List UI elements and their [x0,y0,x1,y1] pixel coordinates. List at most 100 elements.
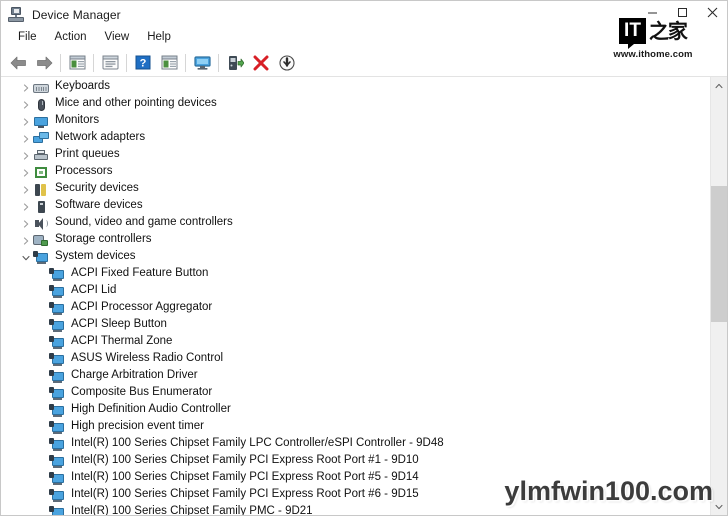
tree-item-label: Processors [55,165,113,178]
system-device-icon [49,488,65,503]
window-controls [637,1,727,28]
device-tree[interactable]: Keyboards Mice and other pointing device… [1,77,710,515]
minimize-button[interactable] [637,1,667,23]
tree-item-label: Charge Arbitration Driver [71,369,198,382]
system-device-icon [49,420,65,435]
tree-item-network-adapters[interactable]: Network adapters [1,130,710,147]
chevron-right-icon[interactable] [19,117,33,126]
system-device-icon [49,403,65,418]
tree-item-label: Keyboards [55,80,110,93]
tree-item-monitors[interactable]: Monitors [1,113,710,130]
mouse-icon [33,98,49,112]
scrollbar-thumb[interactable] [711,186,727,322]
chevron-right-icon[interactable] [19,185,33,194]
properties-icon[interactable] [64,51,90,75]
system-device-icon [49,386,65,401]
title-bar: Device Manager [1,1,727,28]
chevron-right-icon[interactable] [19,151,33,160]
tree-item-label: Print queues [55,148,120,161]
processor-icon [33,166,49,180]
system-device-icon [49,267,65,282]
tree-item-label: ACPI Processor Aggregator [71,301,213,314]
tree-item-storage-controllers[interactable]: Storage controllers [1,232,710,249]
tree-item-label: ACPI Thermal Zone [71,335,173,348]
tree-item-intel-pci-express-root-port-1-9d10[interactable]: Intel(R) 100 Series Chipset Family PCI E… [1,453,710,470]
tree-item-acpi-fixed-feature-button[interactable]: ACPI Fixed Feature Button [1,266,710,283]
tree-item-label: Intel(R) 100 Series Chipset Family PCI E… [71,454,419,467]
tree-item-label: Monitors [55,114,100,127]
menu-item-action[interactable]: Action [46,30,96,47]
chevron-right-icon[interactable] [19,219,33,228]
toolbar: ? [1,49,727,77]
tree-item-processors[interactable]: Processors [1,164,710,181]
chevron-right-icon[interactable] [19,134,33,143]
menu-item-file[interactable]: File [9,30,46,47]
tree-item-asus-wireless-radio-control[interactable]: ASUS Wireless Radio Control [1,351,710,368]
uninstall-device-icon[interactable] [248,51,274,75]
system-device-icon [33,250,49,265]
system-device-icon [49,471,65,486]
tree-item-print-queues[interactable]: Print queues [1,147,710,164]
scroll-up-button[interactable] [711,77,727,94]
toolbar-separator-4 [185,53,186,72]
chevron-right-icon[interactable] [19,100,33,109]
tree-item-label: High Definition Audio Controller [71,403,231,416]
chevron-right-icon[interactable] [19,202,33,211]
tree-item-high-precision-event-timer[interactable]: High precision event timer [1,419,710,436]
tree-item-security-devices[interactable]: Security devices [1,181,710,198]
vertical-scrollbar[interactable] [710,77,727,515]
tree-item-high-definition-audio-controller[interactable]: High Definition Audio Controller [1,402,710,419]
tree-item-intel-pci-express-root-port-6-9d15[interactable]: Intel(R) 100 Series Chipset Family PCI E… [1,487,710,504]
system-device-icon [49,335,65,350]
tree-item-acpi-thermal-zone[interactable]: ACPI Thermal Zone [1,334,710,351]
scrollbar-track[interactable] [711,94,727,498]
tree-item-label: Software devices [55,199,143,212]
menu-item-help[interactable]: Help [138,30,180,47]
tree-item-label: Composite Bus Enumerator [71,386,213,399]
update-driver-window-icon[interactable] [97,51,123,75]
sound-icon [33,217,49,231]
tree-item-keyboards[interactable]: Keyboards [1,79,710,96]
scroll-down-button[interactable] [711,498,727,515]
system-device-icon [49,352,65,367]
tree-item-sound-video-and-game-controllers[interactable]: Sound, video and game controllers [1,215,710,232]
download-driver-icon[interactable] [274,51,300,75]
security-icon [33,183,49,197]
tree-item-intel-lpc-controller-espi-9d48[interactable]: Intel(R) 100 Series Chipset Family LPC C… [1,436,710,453]
device-manager-icon [8,6,24,23]
show-hidden-devices-icon[interactable] [156,51,182,75]
tree-item-label: Intel(R) 100 Series Chipset Family PMC -… [71,505,313,515]
tree-item-acpi-lid[interactable]: ACPI Lid [1,283,710,300]
toolbar-separator-5 [218,53,219,72]
svg-text:?: ? [140,58,147,70]
chevron-right-icon[interactable] [19,236,33,245]
device-manager-window: Device Manager IT 之家 www.ithome.com File… [0,0,728,516]
tree-item-acpi-processor-aggregator[interactable]: ACPI Processor Aggregator [1,300,710,317]
toolbar-separator-3 [126,53,127,72]
maximize-button[interactable] [667,1,697,23]
tree-item-intel-pmc-9d21[interactable]: Intel(R) 100 Series Chipset Family PMC -… [1,504,710,515]
tree-item-label: ACPI Lid [71,284,117,297]
menu-item-view[interactable]: View [96,30,139,47]
chevron-right-icon[interactable] [19,168,33,177]
tree-item-software-devices[interactable]: Software devices [1,198,710,215]
help-icon[interactable]: ? [130,51,156,75]
chevron-down-icon[interactable] [19,254,33,262]
printer-icon [33,149,49,163]
tree-item-charge-arbitration-driver[interactable]: Charge Arbitration Driver [1,368,710,385]
tree-item-intel-pci-express-root-port-5-9d14[interactable]: Intel(R) 100 Series Chipset Family PCI E… [1,470,710,487]
storage-icon [33,234,49,248]
tree-item-label: System devices [55,250,136,263]
chevron-right-icon[interactable] [19,83,33,92]
tree-item-acpi-sleep-button[interactable]: ACPI Sleep Button [1,317,710,334]
tree-item-system-devices[interactable]: System devices [1,249,710,266]
forward-arrow-icon[interactable] [31,51,57,75]
tree-item-mice-and-other-pointing-devices[interactable]: Mice and other pointing devices [1,96,710,113]
toolbar-separator-2 [93,53,94,72]
system-device-icon [49,437,65,452]
update-driver-green-icon[interactable] [222,51,248,75]
tree-item-composite-bus-enumerator[interactable]: Composite Bus Enumerator [1,385,710,402]
close-button[interactable] [697,1,727,23]
back-arrow-icon[interactable] [5,51,31,75]
scan-hardware-changes-icon[interactable] [189,51,215,75]
